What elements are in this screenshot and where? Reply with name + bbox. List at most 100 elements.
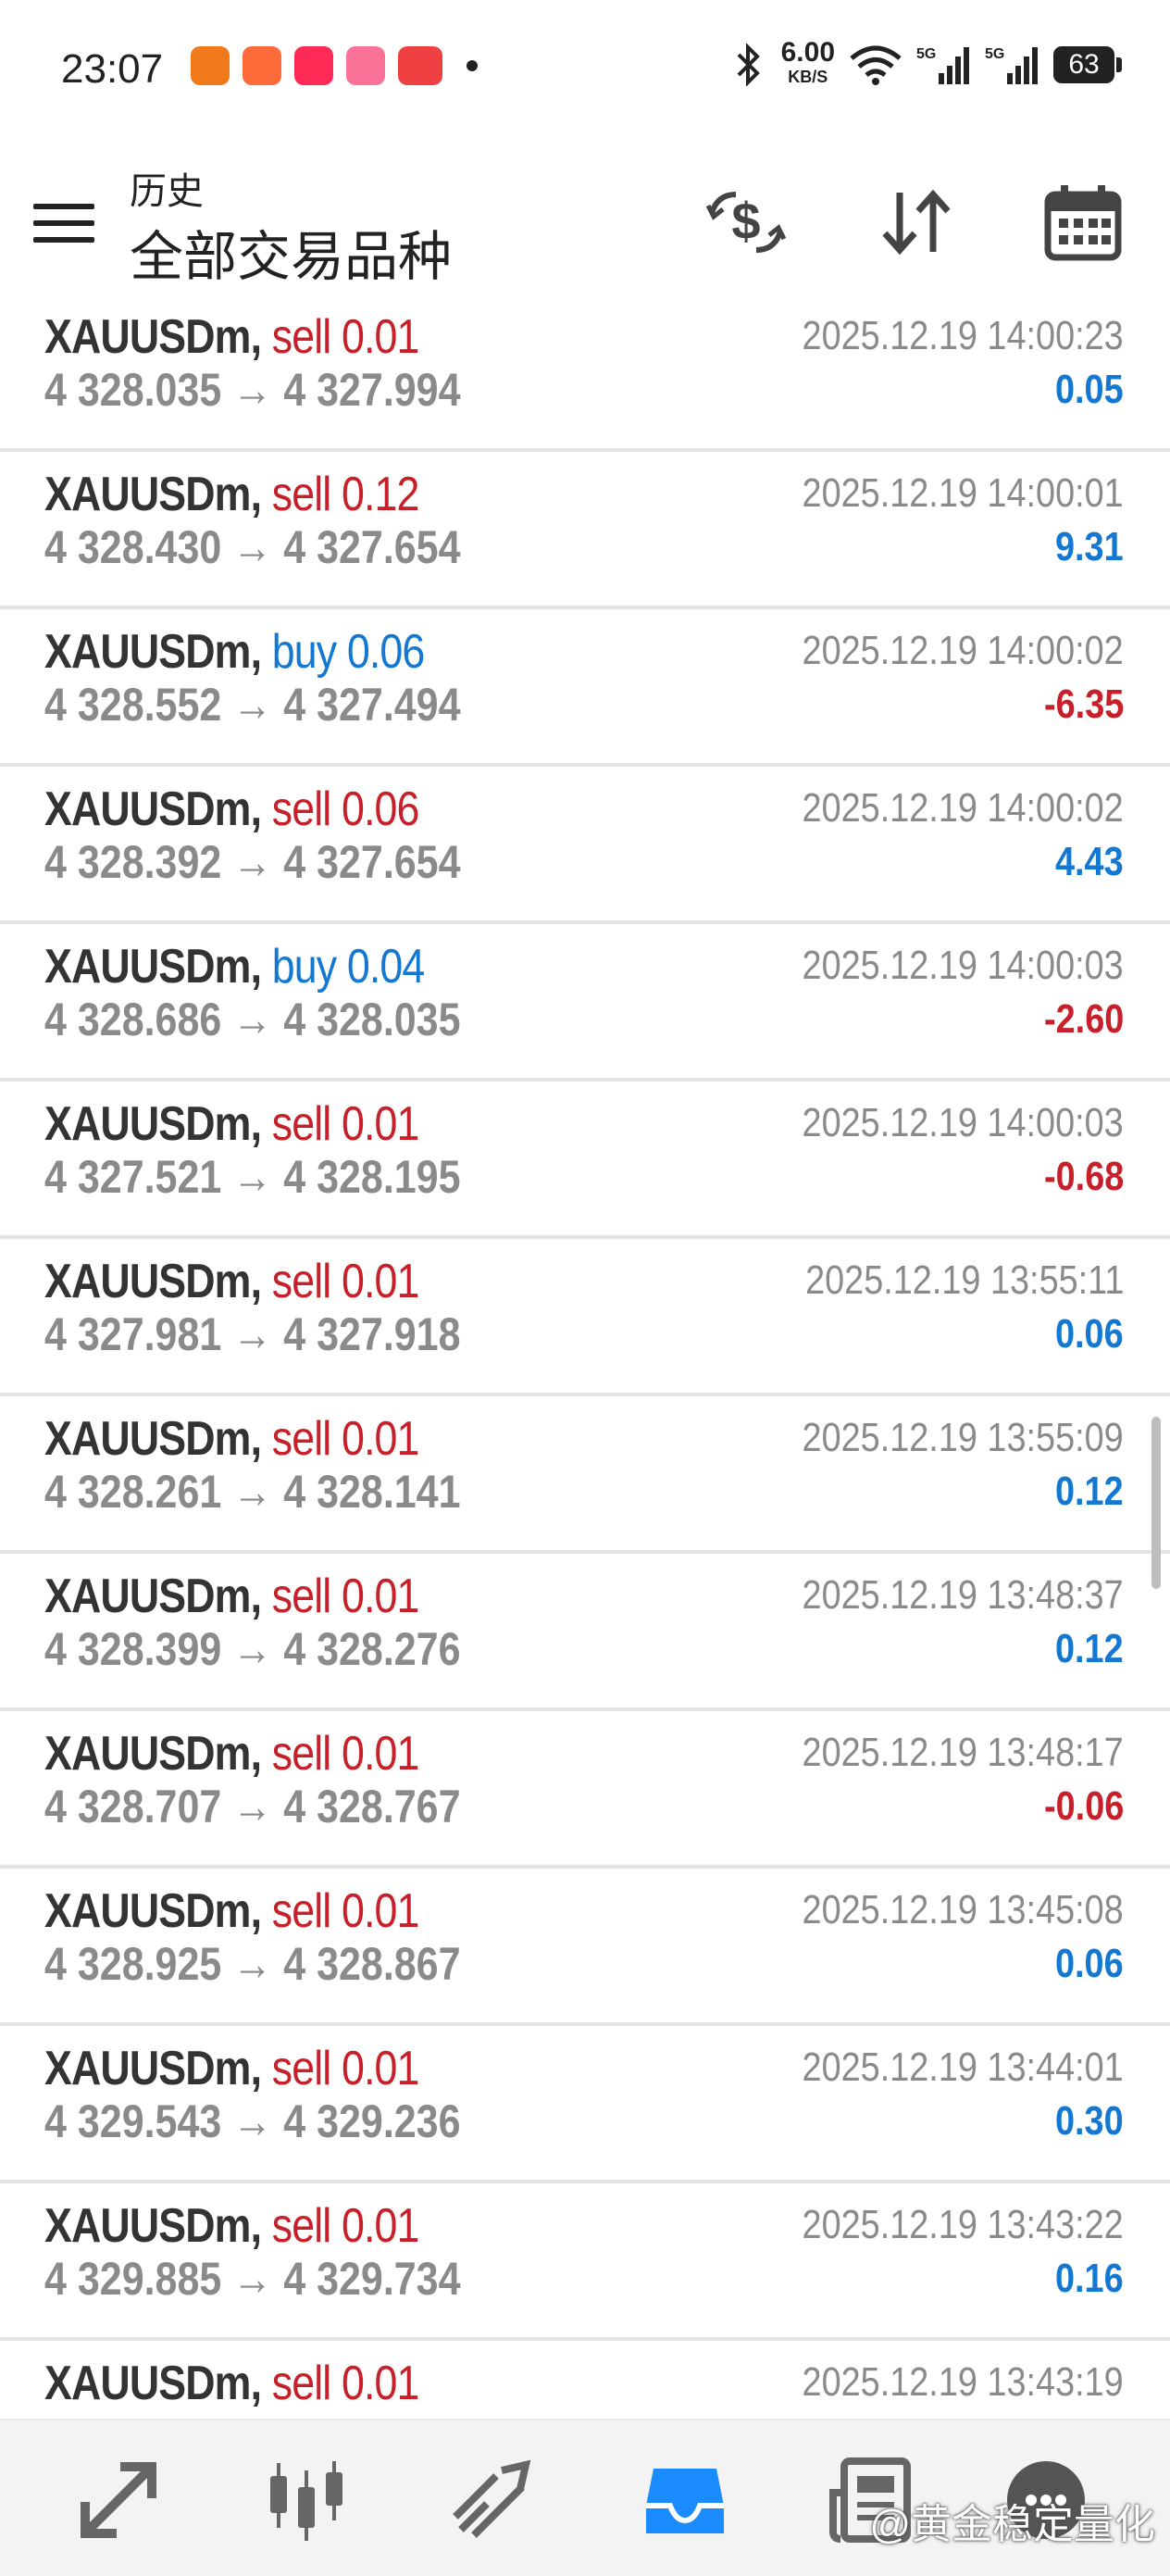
sort-icon[interactable] [870,176,963,269]
trade-volume: 0.01 [341,1412,419,1466]
trade-volume: 0.12 [341,468,419,521]
trade-profit: -0.68 [1043,1154,1124,1199]
trade-row[interactable]: XAUUSDm, sell 0.01 4 327.981 → 4 327.918… [0,1239,1170,1396]
trade-time: 2025.12.19 13:48:17 [802,1730,1124,1775]
trade-profit: 0.30 [1055,2098,1124,2144]
trade-row[interactable]: XAUUSDm, sell 0.01 4 328.707 → 4 328.767… [0,1711,1170,1869]
trade-title: XAUUSDm, sell 0.01 [44,1096,419,1152]
scrollbar[interactable] [1151,1417,1161,1589]
trade-volume: 0.01 [341,2357,419,2410]
trade-time: 2025.12.19 14:00:01 [802,470,1124,516]
trade-time: 2025.12.19 14:00:03 [802,1100,1124,1145]
trade-row[interactable]: XAUUSDm, sell 0.01 4 328.035 → 4 327.994… [0,294,1170,452]
arrow-icon: → [232,1151,273,1203]
arrow-icon: → [232,2095,273,2147]
net-speed-value: 6.00 [780,37,835,68]
open-price: 4 328.035 [44,364,222,416]
trade-row[interactable]: XAUUSDm, sell 0.01 4 327.521 → 4 328.195… [0,1082,1170,1239]
close-price: 4 328.867 [283,1938,461,1990]
trade-prices: 4 328.430 → 4 327.654 [44,520,461,574]
trade-title: XAUUSDm, buy 0.04 [44,939,425,994]
trade-symbol: XAUUSDm, [44,1884,262,1938]
wifi-icon [850,45,902,85]
trade-row[interactable]: XAUUSDm, buy 0.06 4 328.552 → 4 327.494 … [0,609,1170,767]
trade-prices: 4 328.925 → 4 328.867 [44,1937,461,1991]
trade-side: sell [271,1097,332,1151]
trade-row[interactable]: XAUUSDm, sell 0.01 4 329.543 → 4 329.236… [0,2026,1170,2183]
trade-profit: 0.06 [1055,1311,1124,1357]
trade-symbol: XAUUSDm, [44,1412,262,1466]
trade-symbol: XAUUSDm, [44,468,262,521]
svg-text:$: $ [731,192,760,250]
trade-profit: 0.12 [1055,1469,1124,1514]
trade-time: 2025.12.19 14:00:03 [802,943,1124,988]
trade-symbol: XAUUSDm, [44,782,262,836]
trade-row[interactable]: XAUUSDm, sell 0.01 4 328.399 → 4 328.276… [0,1554,1170,1711]
trade-side: sell [271,468,332,521]
trade-side: sell [271,1255,332,1308]
close-price: 4 328.195 [283,1151,461,1203]
trade-row[interactable]: XAUUSDm, sell 0.01 4 328.925 → 4 328.867… [0,1869,1170,2026]
trade-symbol: XAUUSDm, [44,625,262,679]
open-price: 4 328.392 [44,836,222,888]
menu-icon[interactable] [33,204,94,246]
trade-title: XAUUSDm, sell 0.01 [44,2198,419,2254]
close-price: 4 328.276 [283,1623,461,1675]
trade-time: 2025.12.19 13:48:37 [802,1572,1124,1618]
calendar-icon[interactable] [1037,176,1129,269]
currency-exchange-icon[interactable]: $ [700,176,792,269]
trade-title: XAUUSDm, sell 0.01 [44,1254,419,1309]
trade-row[interactable]: XAUUSDm, sell 0.01 4 328.261 → 4 328.141… [0,1396,1170,1554]
close-price: 4 329.236 [283,2095,461,2147]
trade-symbol: XAUUSDm, [44,310,262,364]
trade-row[interactable]: XAUUSDm, sell 0.06 4 328.392 → 4 327.654… [0,767,1170,924]
arrow-icon: → [232,521,273,573]
trade-profit: -6.35 [1043,682,1124,727]
trade-row[interactable]: XAUUSDm, sell 0.12 4 328.430 → 4 327.654… [0,452,1170,609]
trade-side: sell [271,2042,332,2095]
trade-icon[interactable] [444,2454,537,2546]
open-price: 4 329.885 [44,2253,222,2305]
open-price: 4 328.552 [44,679,222,731]
close-price: 4 328.141 [283,1466,461,1518]
arrow-icon: → [232,364,273,416]
trade-symbol: XAUUSDm, [44,2199,262,2253]
quotes-icon[interactable] [72,2454,165,2546]
toolbar: 历史 全部交易品种 $ [0,139,1170,296]
trade-volume: 0.06 [346,625,425,679]
trade-profit: -0.06 [1043,1783,1124,1829]
trade-time: 2025.12.19 14:00:02 [802,628,1124,673]
watermark: @黄金稳定量化 [869,2502,1155,2547]
trade-side: sell [271,2357,332,2410]
trade-title: XAUUSDm, sell 0.01 [44,309,419,365]
trade-row[interactable]: XAUUSDm, buy 0.04 4 328.686 → 4 328.035 … [0,924,1170,1082]
close-price: 4 327.494 [283,679,461,731]
trade-symbol: XAUUSDm, [44,1569,262,1623]
net-speed: 6.00 KB/S [781,39,835,89]
trade-volume: 0.01 [341,1884,419,1938]
symbol-filter[interactable]: 全部交易品种 [130,213,452,291]
trade-symbol: XAUUSDm, [44,2357,262,2410]
trade-row[interactable]: XAUUSDm, sell 0.01 4 329.885 → 4 329.734… [0,2183,1170,2341]
open-price: 4 328.399 [44,1623,222,1675]
history-icon[interactable] [639,2454,731,2546]
trade-prices: 4 328.707 → 4 328.767 [44,1780,461,1833]
trade-title: XAUUSDm, buy 0.06 [44,624,425,680]
status-time: 23:07 [61,46,164,92]
trade-profit: 0.05 [1055,367,1124,412]
trade-time: 2025.12.19 13:43:22 [802,2202,1124,2247]
trade-prices: 4 327.981 → 4 327.918 [44,1307,461,1361]
open-price: 4 328.430 [44,521,222,573]
chart-icon[interactable] [259,2454,352,2546]
trade-time: 2025.12.19 13:43:19 [802,2359,1124,2405]
open-price: 4 327.521 [44,1151,222,1203]
trade-symbol: XAUUSDm, [44,1727,262,1781]
trade-profit: 0.12 [1055,1626,1124,1671]
open-price: 4 327.981 [44,1308,222,1360]
svg-text:5G: 5G [985,46,1004,62]
arrow-icon: → [232,994,273,1045]
arrow-icon: → [232,1466,273,1518]
close-price: 4 328.035 [283,994,461,1045]
net-speed-unit: KB/S [788,68,828,86]
arrow-icon: → [232,836,273,888]
